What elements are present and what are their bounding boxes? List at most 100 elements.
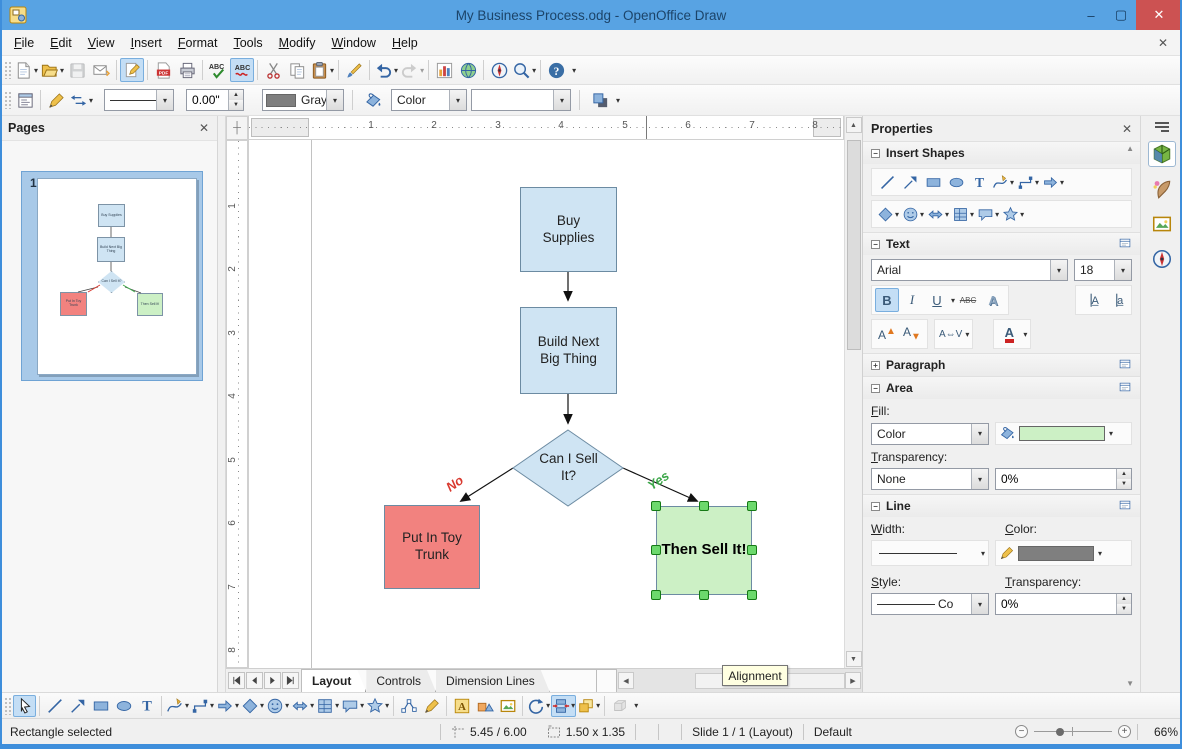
fill-type-select[interactable]: Color ▾ — [391, 89, 468, 111]
gallery-button[interactable] — [496, 695, 519, 717]
menu-help[interactable]: Help — [384, 33, 426, 53]
page-thumbnail-selected[interactable]: 1 Buy Supplies Build Next Big Thing Can … — [21, 171, 203, 381]
navigator-button[interactable] — [487, 58, 511, 82]
rotate-button[interactable]: ▾ — [526, 695, 551, 717]
toolbar-overflow-button[interactable]: ▾ — [634, 701, 638, 710]
toolbar-overflow-button[interactable]: ▾ — [572, 66, 576, 75]
expand-icon[interactable]: + — [871, 360, 880, 370]
arrow-tool-button[interactable] — [66, 695, 89, 717]
line-style-select[interactable]: Co ▾ — [871, 593, 989, 615]
line-dialog-button[interactable] — [44, 88, 68, 112]
redo-button[interactable]: ▾ — [399, 58, 425, 82]
dropdown-arrow-icon[interactable]: ▾ — [1109, 429, 1113, 438]
spellcheck-button[interactable] — [206, 58, 230, 82]
minimize-button[interactable]: – — [1076, 0, 1106, 30]
zoom-slider[interactable] — [1034, 725, 1112, 738]
menu-window[interactable]: Window — [323, 33, 383, 53]
insert-line-button[interactable] — [876, 171, 898, 193]
flowchart-node-build-next-big-thing[interactable]: Build Next Big Thing — [520, 307, 617, 394]
spin-down-icon[interactable]: ▼ — [1117, 604, 1131, 614]
autospellcheck-button[interactable] — [230, 58, 255, 82]
copy-button[interactable] — [285, 58, 309, 82]
selection-handle[interactable] — [747, 501, 757, 511]
line-color-swatch[interactable] — [1018, 545, 1094, 561]
undo-button[interactable]: ▾ — [373, 58, 399, 82]
page-style[interactable]: Default — [804, 719, 862, 744]
sidebar-menu-icon[interactable] — [1154, 122, 1169, 132]
text-dialog-launcher[interactable] — [1118, 236, 1132, 253]
selection-handle[interactable] — [747, 590, 757, 600]
collapse-icon[interactable]: − — [871, 148, 880, 158]
previous-page-button[interactable] — [246, 672, 263, 689]
line-width-spinner[interactable]: 0.00" ▲ ▼ — [186, 89, 245, 111]
basic-shapes-button[interactable]: ▾ — [876, 203, 900, 225]
area-dialog-launcher[interactable] — [1118, 380, 1132, 397]
selection-handle[interactable] — [651, 545, 661, 555]
from-file-button[interactable] — [473, 695, 496, 717]
vertical-scrollbar[interactable]: ▲ ▼ — [844, 116, 862, 668]
tab-controls[interactable]: Controls — [366, 670, 436, 692]
tab-gallery[interactable] — [1148, 176, 1176, 202]
extrusion-button[interactable] — [608, 695, 631, 717]
increase-spacing-button[interactable]: ▕A̲ — [1079, 288, 1103, 312]
dropdown-arrow-icon[interactable]: ▾ — [1098, 549, 1102, 558]
alignment-button[interactable]: ▾ — [551, 694, 577, 717]
save-button[interactable] — [65, 58, 89, 82]
selection-handle[interactable] — [651, 590, 661, 600]
block-arrows-button[interactable]: ▾ — [926, 203, 950, 225]
close-button[interactable]: ✕ — [1136, 0, 1182, 30]
font-name-select[interactable]: Arial ▾ — [871, 259, 1068, 281]
scroll-right-icon[interactable]: ▶ — [845, 672, 861, 689]
block-arrows-tool-button[interactable]: ▾ — [290, 695, 315, 717]
maximize-button[interactable]: ▢ — [1106, 0, 1136, 30]
spin-down-icon[interactable]: ▼ — [1117, 479, 1131, 489]
ellipse-tool-button[interactable] — [112, 695, 135, 717]
line-style-select[interactable]: ▾ — [104, 89, 175, 111]
scrollbar-thumb[interactable] — [846, 140, 861, 350]
selection-handle[interactable] — [699, 590, 709, 600]
next-page-button[interactable] — [264, 672, 281, 689]
toolbar-grip[interactable] — [4, 696, 11, 715]
underline-button[interactable]: U — [925, 288, 949, 312]
toolbar-grip[interactable] — [4, 91, 11, 109]
zoom-out-icon[interactable]: − — [1015, 725, 1028, 738]
symbol-shapes-button[interactable]: ▾ — [901, 203, 925, 225]
zoom-slider-thumb[interactable] — [1056, 728, 1064, 736]
properties-close-icon[interactable]: ✕ — [1122, 122, 1132, 136]
connector-tool-button[interactable]: ▾ — [190, 695, 215, 717]
character-spacing-button[interactable]: A⇔V — [938, 322, 963, 346]
menu-view[interactable]: View — [80, 33, 123, 53]
collapse-icon[interactable]: − — [871, 239, 880, 249]
basic-shapes-tool-button[interactable]: ▾ — [240, 695, 265, 717]
menu-modify[interactable]: Modify — [271, 33, 324, 53]
flowchart-node-can-i-sell-it[interactable]: Can I Sell It? — [531, 442, 606, 494]
scroll-up-icon[interactable]: ▲ — [845, 117, 862, 133]
selection-handle[interactable] — [699, 501, 709, 511]
email-button[interactable] — [89, 58, 113, 82]
export-pdf-button[interactable] — [151, 58, 175, 82]
print-button[interactable] — [175, 58, 199, 82]
menu-edit[interactable]: Edit — [42, 33, 80, 53]
spin-up-icon[interactable]: ▲ — [1117, 469, 1131, 479]
menu-insert[interactable]: Insert — [123, 33, 170, 53]
area-dialog-button[interactable] — [361, 88, 385, 112]
line-dialog-launcher[interactable] — [1118, 498, 1132, 515]
font-color-button[interactable]: A — [997, 322, 1021, 346]
insert-rectangle-button[interactable] — [922, 171, 944, 193]
flowchart-node-put-in-toy-trunk[interactable]: Put In Toy Trunk — [384, 505, 480, 589]
curve-tool-button[interactable]: ▾ — [165, 695, 190, 717]
styles-window-button[interactable] — [13, 88, 37, 112]
star-shapes-button[interactable]: ▾ — [1001, 203, 1025, 225]
transparency-spinner[interactable]: 0% ▲ ▼ — [995, 468, 1132, 490]
cut-button[interactable] — [261, 58, 285, 82]
flowchart-shapes-button[interactable]: ▾ — [951, 203, 975, 225]
bold-button[interactable]: B — [875, 288, 899, 312]
hyperlink-button[interactable] — [456, 58, 480, 82]
insert-arrow-button[interactable] — [899, 171, 921, 193]
toolbar-grip[interactable] — [4, 61, 11, 79]
help-button[interactable] — [544, 58, 568, 82]
drawing-canvas[interactable]: Buy Supplies Build Next Big Thing Can I … — [248, 140, 844, 668]
block-arrow-tool-button[interactable]: ▾ — [215, 695, 240, 717]
decrease-font-button[interactable]: A▼ — [900, 322, 924, 346]
insert-text-button[interactable] — [968, 171, 990, 193]
